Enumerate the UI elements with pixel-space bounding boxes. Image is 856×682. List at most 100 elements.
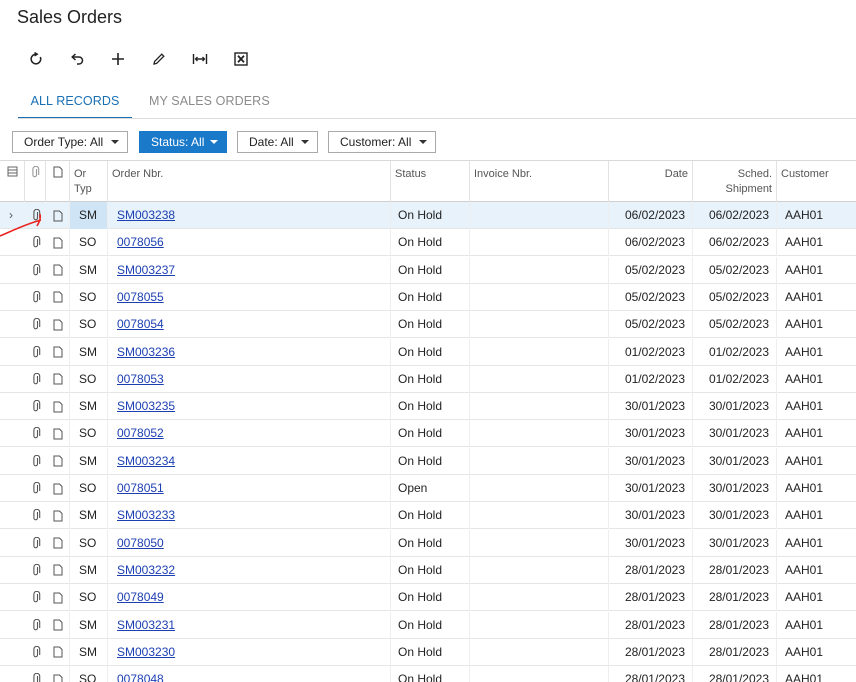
order-nbr-link[interactable]: SM003231 (117, 618, 175, 632)
column-status[interactable]: Status (391, 161, 470, 202)
column-date[interactable]: Date (609, 161, 693, 202)
table-row[interactable]: SO 0078054 On Hold 05/02/2023 05/02/2023 AAH0… (0, 311, 856, 339)
fit-columns-button[interactable] (179, 46, 220, 72)
order-nbr-link[interactable]: 0078056 (117, 235, 164, 249)
row-attachment-button[interactable] (25, 639, 46, 666)
row-note-button[interactable] (46, 420, 70, 447)
add-button[interactable] (97, 46, 138, 72)
order-nbr-link[interactable]: 0078052 (117, 426, 164, 440)
edit-button[interactable] (138, 46, 179, 72)
row-attachment-button[interactable] (25, 612, 46, 639)
row-note-button[interactable] (46, 229, 70, 256)
table-row[interactable]: SO 0078055 On Hold 05/02/2023 05/02/2023 AAH0… (0, 283, 856, 311)
attachments-header[interactable] (25, 161, 46, 202)
column-order-type[interactable]: Or Typ (70, 161, 108, 202)
row-note-button[interactable] (46, 257, 70, 284)
row-note-button[interactable] (46, 502, 70, 529)
order-nbr-link[interactable]: SM003237 (117, 263, 175, 277)
undo-button[interactable] (56, 46, 97, 72)
row-note-button[interactable] (46, 666, 70, 682)
order-nbr-link[interactable]: 0078048 (117, 672, 164, 682)
column-customer[interactable]: Customer (777, 161, 856, 202)
order-nbr-link[interactable]: 0078049 (117, 590, 164, 604)
order-nbr-link[interactable]: SM003233 (117, 508, 175, 522)
row-attachment-button[interactable] (25, 339, 46, 366)
table-row[interactable]: › SM SM003238 On Hold 06/02/2023 06/02/2023 AA… (0, 202, 856, 229)
table-row[interactable]: SO 0078052 On Hold 30/01/2023 30/01/2023 AAH0… (0, 420, 856, 448)
order-nbr-link[interactable]: SM003236 (117, 345, 175, 359)
row-attachment-button[interactable] (25, 666, 46, 682)
row-attachment-button[interactable] (25, 448, 46, 475)
row-attachment-button[interactable] (25, 366, 46, 393)
filter-date[interactable]: Date: All (237, 131, 318, 153)
row-note-button[interactable] (46, 557, 70, 584)
order-nbr-link[interactable]: SM003232 (117, 563, 175, 577)
row-attachment-button[interactable] (25, 420, 46, 447)
table-row[interactable]: SO 0078050 On Hold 30/01/2023 30/01/2023 AAH0… (0, 529, 856, 557)
row-attachment-button[interactable] (25, 284, 46, 311)
notes-header[interactable] (46, 161, 70, 202)
row-note-button[interactable] (46, 612, 70, 639)
row-note-button[interactable] (46, 202, 70, 229)
row-note-button[interactable] (46, 448, 70, 475)
table-row[interactable]: SM SM003232 On Hold 28/01/2023 28/01/2023 AAH… (0, 556, 856, 584)
tab-all-records[interactable]: ALL RECORDS (18, 86, 132, 119)
row-note-button[interactable] (46, 284, 70, 311)
row-note-button[interactable] (46, 339, 70, 366)
order-nbr-link[interactable]: 0078053 (117, 372, 164, 386)
table-row[interactable]: SM SM003231 On Hold 28/01/2023 28/01/2023 AAH… (0, 611, 856, 639)
table-row[interactable]: SM SM003236 On Hold 01/02/2023 01/02/2023 AAH… (0, 338, 856, 366)
row-note-button[interactable] (46, 475, 70, 502)
column-invoice-nbr[interactable]: Invoice Nbr. (470, 161, 609, 202)
column-settings-header[interactable] (0, 161, 25, 202)
order-nbr-link[interactable]: SM003235 (117, 399, 175, 413)
row-note-button[interactable] (46, 639, 70, 666)
row-attachment-button[interactable] (25, 502, 46, 529)
row-note-button[interactable] (46, 584, 70, 611)
cell-status: On Hold (398, 344, 443, 359)
row-attachment-button[interactable] (25, 311, 46, 338)
export-excel-button[interactable] (220, 46, 261, 72)
table-row[interactable]: SM SM003235 On Hold 30/01/2023 30/01/2023 AAH… (0, 393, 856, 421)
table-row[interactable]: SO 0078053 On Hold 01/02/2023 01/02/2023 AAH0… (0, 365, 856, 393)
table-row[interactable]: SO 0078056 On Hold 06/02/2023 06/02/2023 AAH0… (0, 229, 856, 257)
table-row[interactable]: SM SM003234 On Hold 30/01/2023 30/01/2023 AAH… (0, 447, 856, 475)
filter-customer[interactable]: Customer: All (328, 131, 436, 153)
column-order-nbr[interactable]: Order Nbr. (108, 161, 391, 202)
column-divider (776, 584, 777, 612)
row-attachment-button[interactable] (25, 475, 46, 502)
row-expander-icon[interactable]: › (0, 202, 22, 229)
order-nbr-link[interactable]: SM003238 (117, 208, 175, 222)
refresh-button[interactable] (15, 46, 56, 72)
order-nbr-link[interactable]: 0078054 (117, 317, 164, 331)
table-row[interactable]: SM SM003230 On Hold 28/01/2023 28/01/2023 AAH… (0, 638, 856, 666)
table-row[interactable]: SO 0078049 On Hold 28/01/2023 28/01/2023 AAH0… (0, 584, 856, 612)
row-attachment-button[interactable] (25, 557, 46, 584)
order-nbr-link[interactable]: 0078050 (117, 536, 164, 550)
table-row[interactable]: SM SM003233 On Hold 30/01/2023 30/01/2023 AAH… (0, 502, 856, 530)
cell-sched-shipment: 30/01/2023 (708, 508, 769, 523)
row-attachment-button[interactable] (25, 393, 46, 420)
filter-order-type[interactable]: Order Type: All (12, 131, 128, 153)
note-icon (53, 483, 63, 494)
column-sched-shipment[interactable]: Sched. Shipment (693, 161, 777, 202)
cell-customer: AAH01 (785, 453, 824, 468)
table-row[interactable]: SM SM003237 On Hold 05/02/2023 05/02/2023 AAH… (0, 256, 856, 284)
row-note-button[interactable] (46, 311, 70, 338)
row-note-button[interactable] (46, 393, 70, 420)
filter-status[interactable]: Status: All (139, 131, 227, 153)
row-attachment-button[interactable] (25, 229, 46, 256)
order-nbr-link[interactable]: 0078051 (117, 481, 164, 495)
row-attachment-button[interactable] (25, 257, 46, 284)
table-row[interactable]: SO 0078051 Open 30/01/2023 30/01/2023 AAH01 (0, 475, 856, 502)
row-attachment-button[interactable] (25, 584, 46, 611)
table-row[interactable]: SO 0078048 On Hold 28/01/2023 28/01/2023 AAH0… (0, 666, 856, 682)
row-attachment-button[interactable] (25, 530, 46, 557)
row-note-button[interactable] (46, 530, 70, 557)
order-nbr-link[interactable]: 0078055 (117, 290, 164, 304)
order-nbr-link[interactable]: SM003234 (117, 454, 175, 468)
order-nbr-link[interactable]: SM003230 (117, 645, 175, 659)
tab-my-sales-orders[interactable]: MY SALES ORDERS (149, 86, 270, 119)
row-attachment-button[interactable] (25, 202, 46, 229)
row-note-button[interactable] (46, 366, 70, 393)
